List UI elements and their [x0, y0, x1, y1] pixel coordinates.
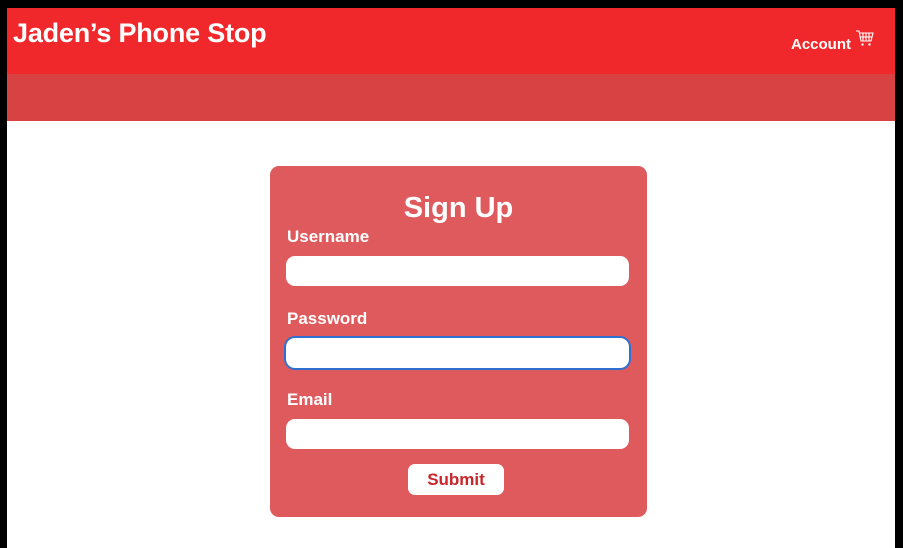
- email-label: Email: [287, 390, 333, 409]
- site-brand[interactable]: Jaden’s Phone Stop: [13, 18, 267, 49]
- cart-icon[interactable]: [855, 28, 875, 48]
- username-input[interactable]: [286, 256, 629, 286]
- submit-button[interactable]: Submit: [408, 464, 504, 495]
- password-label: Password: [287, 309, 368, 328]
- form-title: Sign Up: [403, 192, 514, 224]
- account-link[interactable]: Account: [791, 36, 851, 53]
- header-bar: Jaden’s Phone Stop Account: [7, 8, 895, 74]
- password-input[interactable]: [286, 338, 629, 368]
- username-label: Username: [287, 227, 370, 246]
- signup-form: Sign Up Username Password Email Submit: [270, 166, 647, 517]
- page: Jaden’s Phone Stop Account Sign Up Usern…: [7, 8, 895, 548]
- email-input[interactable]: [286, 419, 629, 449]
- nav-bar: [7, 74, 895, 121]
